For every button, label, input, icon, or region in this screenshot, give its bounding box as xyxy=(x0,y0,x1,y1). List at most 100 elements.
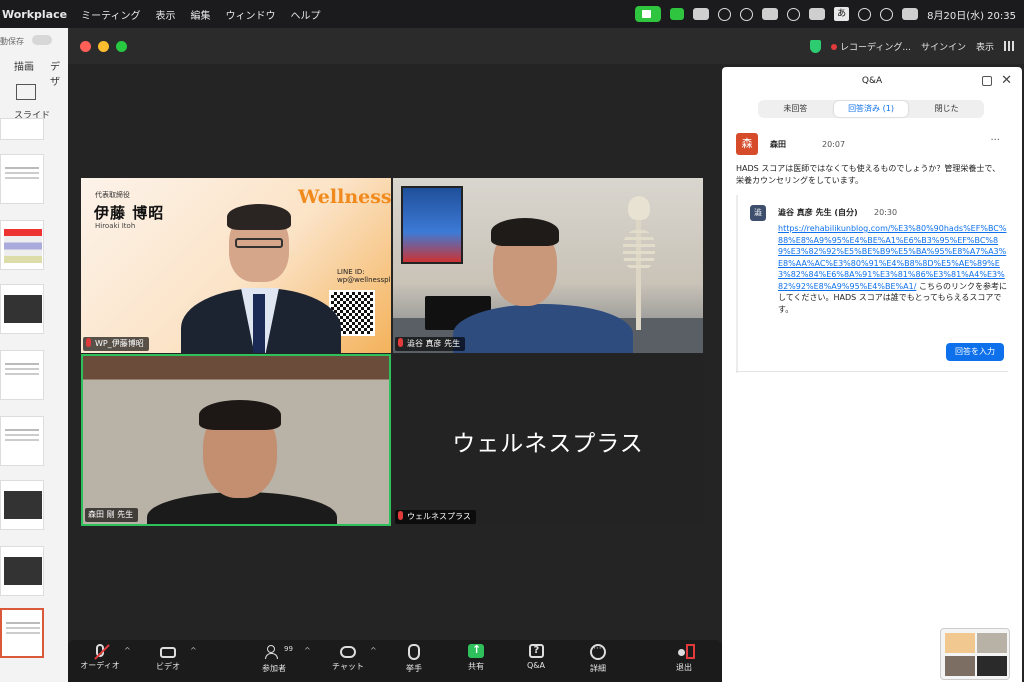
video-options-caret[interactable]: ^ xyxy=(190,646,197,655)
raise-hand-button[interactable]: 挙手 xyxy=(384,644,444,682)
participants-icon xyxy=(265,644,283,660)
gallery-grid-icon[interactable] xyxy=(1004,41,1014,51)
play-icon[interactable] xyxy=(787,7,801,21)
menu-edit[interactable]: 編集 xyxy=(191,7,211,22)
menu-view[interactable]: 表示 xyxy=(156,7,176,22)
slide-thumbnail[interactable] xyxy=(0,220,44,270)
video-tile-morita-active-speaker[interactable]: 森田 剛 先生 xyxy=(81,354,391,526)
question-text: HADS スコアは医師ではなくても使えるものでしょうか？管理栄養士で、栄養カウン… xyxy=(736,164,1001,185)
titlebar-controls: レコーディング... サインイン 表示 xyxy=(810,28,1014,64)
audio-options-caret[interactable]: ^ xyxy=(124,646,131,655)
sync-icon[interactable] xyxy=(718,7,732,21)
wifi-icon[interactable] xyxy=(858,7,872,21)
security-shield-icon[interactable] xyxy=(810,39,822,53)
question-author: 森田 xyxy=(770,140,786,149)
participants-button[interactable]: 参加者 xyxy=(244,644,304,682)
more-options-icon xyxy=(590,644,606,660)
menu-window[interactable]: ウィンドウ xyxy=(226,7,276,22)
question-time: 20:07 xyxy=(822,140,846,149)
sign-in-button[interactable]: サインイン xyxy=(921,40,966,53)
menu-meeting[interactable]: ミーティング xyxy=(81,7,140,22)
share-screen-icon xyxy=(468,643,484,658)
spotlight-search-icon[interactable] xyxy=(880,7,894,21)
slide-thumbnail[interactable] xyxy=(0,284,44,334)
participants-options-caret[interactable]: ^ xyxy=(304,646,311,655)
input-method-icon[interactable]: あ xyxy=(834,7,850,21)
wellness-plus-logo: Wellness+ xyxy=(298,186,391,208)
qa-button[interactable]: Q&A xyxy=(506,644,566,682)
participant-glasses xyxy=(235,238,283,248)
answer-time: 20:30 xyxy=(874,208,898,217)
meeting-toolbar: オーディオ ^ ビデオ ^ 参加者 99 ^ チャット ^ 挙手 ↑ 共有 ? … xyxy=(68,640,722,682)
app-menu-name[interactable]: Workplace xyxy=(2,8,67,21)
menu-help[interactable]: ヘルプ xyxy=(291,7,321,22)
participant-nametag: WP_伊藤博昭 xyxy=(83,337,149,351)
control-center-icon[interactable] xyxy=(902,8,919,20)
view-button[interactable]: 表示 xyxy=(976,40,994,53)
tab-unanswered[interactable]: 未回答 xyxy=(758,100,833,118)
participant-tie xyxy=(253,294,265,353)
hand-icon xyxy=(408,644,420,660)
slide-thumbnail[interactable] xyxy=(0,350,44,400)
chat-button[interactable]: チャット xyxy=(318,644,378,682)
more-button[interactable]: 詳細 xyxy=(568,644,628,682)
chat-icon xyxy=(340,646,356,658)
answer-author-avatar: 澁 xyxy=(750,205,766,221)
popout-icon[interactable] xyxy=(982,76,992,86)
video-button[interactable]: ビデオ xyxy=(138,644,198,682)
video-tile-wellness-plus[interactable]: ウェルネスプラス ウェルネスプラス xyxy=(393,354,703,526)
menubar-datetime[interactable]: 8月20日(水) 20:35 xyxy=(927,7,1016,22)
virtual-bg-person-name: 伊藤 博昭 xyxy=(94,204,165,222)
participant-nametag: 森田 剛 先生 xyxy=(85,508,139,522)
mic-muted-icon xyxy=(96,644,104,657)
video-camera-icon xyxy=(160,647,176,658)
type-answer-button[interactable]: 回答を入力 xyxy=(946,343,1004,361)
share-screen-button[interactable]: 共有 xyxy=(446,643,506,682)
answer-text: https://rehabilikunblog.com/%E3%80%90had… xyxy=(778,223,1008,315)
ribbon-tab-draw[interactable]: 描画 xyxy=(14,58,34,73)
mini-video xyxy=(945,656,975,676)
self-view-thumbnail[interactable] xyxy=(940,628,1010,680)
zoom-camera-status-icon[interactable] xyxy=(635,6,662,22)
display-icon[interactable] xyxy=(762,8,779,20)
slide-thumbnail[interactable] xyxy=(0,416,44,466)
tab-dismissed[interactable]: 閉じた xyxy=(909,100,984,118)
participant-hair xyxy=(491,218,559,246)
window-close-button[interactable] xyxy=(80,41,91,52)
mini-video xyxy=(977,633,1007,653)
mini-video xyxy=(977,656,1007,676)
vpn-icon[interactable] xyxy=(740,7,754,21)
close-icon[interactable]: ✕ xyxy=(1001,73,1012,88)
leave-icon xyxy=(678,644,695,659)
autosave-toggle[interactable] xyxy=(32,35,52,45)
video-tile-ito[interactable]: 代表取締役 伊藤 博昭 Hiroaki Itoh Wellness+ LINE … xyxy=(81,178,391,353)
ribbon-tab-design[interactable]: デザ xyxy=(50,58,68,88)
mic-muted-icon xyxy=(86,338,91,347)
recording-dot-icon xyxy=(831,43,838,50)
leave-meeting-button[interactable]: 退出 xyxy=(654,644,714,682)
question-more-icon[interactable]: ··· xyxy=(990,135,1000,146)
participant-hair xyxy=(199,400,281,430)
zoom-meeting-window: レコーディング... サインイン 表示 代表取締役 伊藤 博昭 Hiroaki … xyxy=(68,28,1024,682)
autosave-label: 動保存 xyxy=(0,37,24,46)
window-minimize-button[interactable] xyxy=(98,41,109,52)
question-author-avatar: 森 xyxy=(736,133,758,155)
slide-thumbnail-selected[interactable] xyxy=(0,608,44,658)
video-tile-shibuya[interactable]: 澁谷 真彦 先生 xyxy=(393,178,703,353)
mini-video xyxy=(945,633,975,653)
slide-layout-icon[interactable] xyxy=(16,84,36,100)
participants-count: 99 xyxy=(284,645,293,653)
audio-button[interactable]: オーディオ xyxy=(70,644,130,682)
line-app-icon[interactable] xyxy=(670,8,685,20)
slide-thumbnail[interactable] xyxy=(0,546,44,596)
qa-panel: Q&A ✕ 未回答 回答済み (1) 閉じた 森 森田 20:07 ··· HA… xyxy=(722,67,1022,682)
tab-answered[interactable]: 回答済み (1) xyxy=(833,101,909,117)
slide-thumbnail[interactable] xyxy=(0,118,44,140)
recording-status[interactable]: レコーディング... xyxy=(831,40,911,53)
window-fullscreen-button[interactable] xyxy=(116,41,127,52)
slide-thumbnail[interactable] xyxy=(0,154,44,204)
dropbox-icon[interactable] xyxy=(693,8,710,20)
chat-options-caret[interactable]: ^ xyxy=(370,646,377,655)
slide-thumbnail[interactable] xyxy=(0,480,44,530)
battery-icon[interactable] xyxy=(809,8,826,20)
